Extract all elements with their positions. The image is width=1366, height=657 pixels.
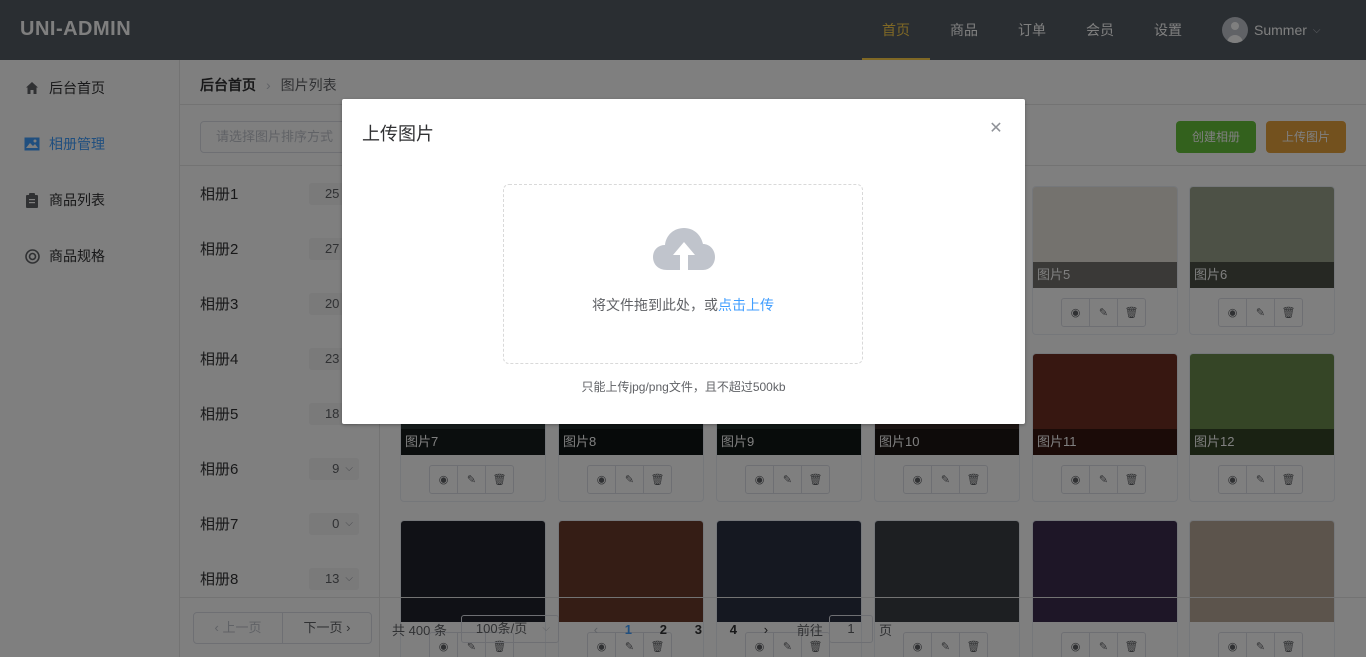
dialog-title: 上传图片 <box>362 124 434 144</box>
upload-cloud-icon <box>653 228 715 272</box>
close-icon[interactable]: ✕ <box>988 121 1004 137</box>
upload-dropzone[interactable]: 将文件拖到此处，或点击上传 <box>503 184 863 364</box>
upload-tip: 只能上传jpg/png文件，且不超过500kb <box>581 380 786 394</box>
dropzone-hint: 将文件拖到此处，或点击上传 <box>592 297 774 313</box>
upload-dialog: 上传图片 ✕ 将文件拖到此处，或点击上传 只能上传jpg/png文件，且不超过5… <box>342 99 1025 424</box>
click-upload-link[interactable]: 点击上传 <box>718 297 774 313</box>
